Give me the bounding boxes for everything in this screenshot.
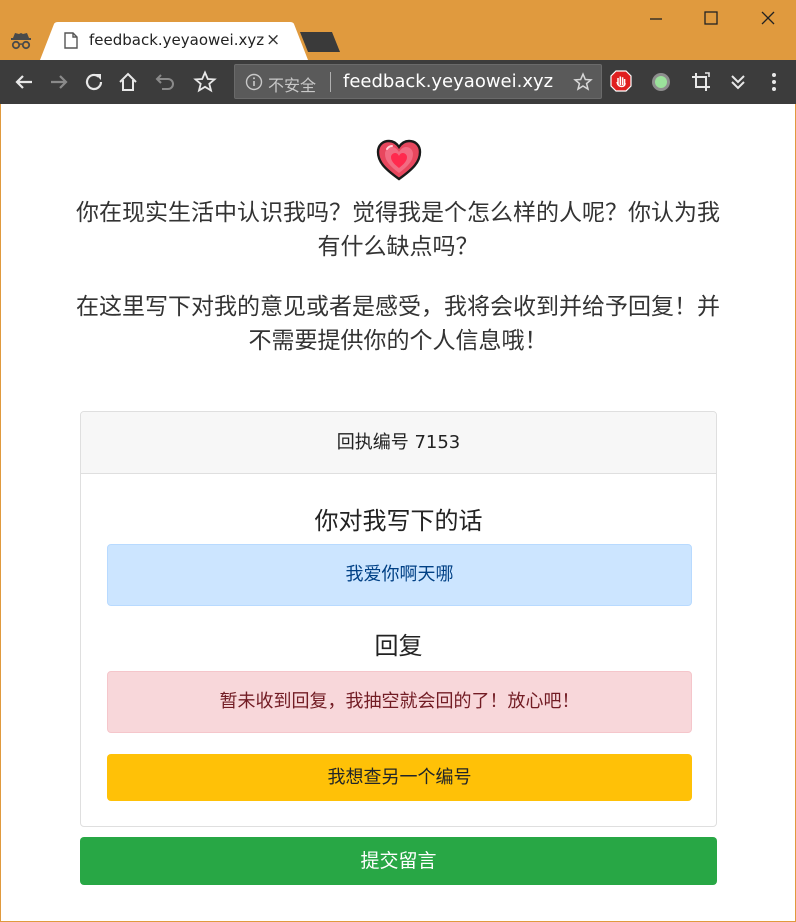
star-icon[interactable]	[573, 72, 593, 92]
new-tab-button[interactable]	[298, 32, 342, 52]
heart-icon	[376, 139, 422, 181]
receipt-number: 7153	[414, 432, 461, 453]
close-icon[interactable]	[754, 6, 782, 30]
separator	[330, 72, 331, 92]
home-icon[interactable]	[116, 70, 140, 94]
more-menu-icon[interactable]	[762, 70, 786, 94]
receipt-label: 回执编号	[336, 432, 409, 453]
minimize-icon[interactable]	[642, 6, 670, 30]
intro-question: 你在现实生活中认识我吗？觉得我是个怎么样的人呢？你认为我有什么缺点吗？	[76, 200, 720, 260]
page-icon	[64, 32, 78, 49]
page-content: 你在现实生活中认识我吗？觉得我是个怎么样的人呢？你认为我有什么缺点吗？ 在这里写…	[1, 104, 795, 921]
browser-tab[interactable]: feedback.yeyaowei.xyz ×	[40, 22, 308, 60]
tab-title: feedback.yeyaowei.xyz	[89, 31, 265, 49]
crop-extension-icon[interactable]	[689, 70, 713, 94]
forward-icon[interactable]	[47, 70, 71, 94]
receipt-header: 回执编号 7153	[81, 412, 716, 474]
message-title: 你对我写下的话	[314, 507, 483, 535]
chevron-double-down-icon[interactable]	[726, 70, 750, 94]
reload-icon[interactable]	[82, 70, 106, 94]
info-icon[interactable]	[245, 73, 263, 91]
maximize-icon[interactable]	[697, 6, 725, 30]
security-label: 不安全	[268, 76, 317, 95]
title-bar: feedback.yeyaowei.xyz ×	[0, 0, 796, 60]
incognito-icon	[11, 33, 31, 50]
undo-close-tab-icon[interactable]	[152, 70, 176, 94]
status-extension-icon[interactable]	[649, 70, 673, 94]
message-box: 我爱你啊天哪	[107, 544, 692, 606]
tab-close-button[interactable]: ×	[266, 30, 280, 50]
back-icon[interactable]	[12, 70, 36, 94]
reply-box: 暂未收到回复，我抽空就会回的了！放心吧！	[107, 671, 692, 733]
address-bar[interactable]: 不安全 feedback.yeyaowei.xyz	[234, 64, 602, 99]
bookmark-star-icon[interactable]	[193, 70, 217, 94]
submit-message-button[interactable]: 提交留言	[80, 837, 717, 885]
intro-instruction: 在这里写下对我的意见或者是感受，我将会收到并给予回复！并不需要提供你的个人信息哦…	[76, 294, 720, 354]
lookup-another-button[interactable]: 我想查另一个编号	[107, 754, 692, 801]
adblock-extension-icon[interactable]	[609, 69, 633, 93]
url-text[interactable]: feedback.yeyaowei.xyz	[343, 71, 553, 92]
receipt-card: 回执编号 7153 你对我写下的话 我爱你啊天哪 回复 暂未收到回复，我抽空就会…	[80, 411, 717, 827]
reply-title: 回复	[374, 632, 423, 660]
